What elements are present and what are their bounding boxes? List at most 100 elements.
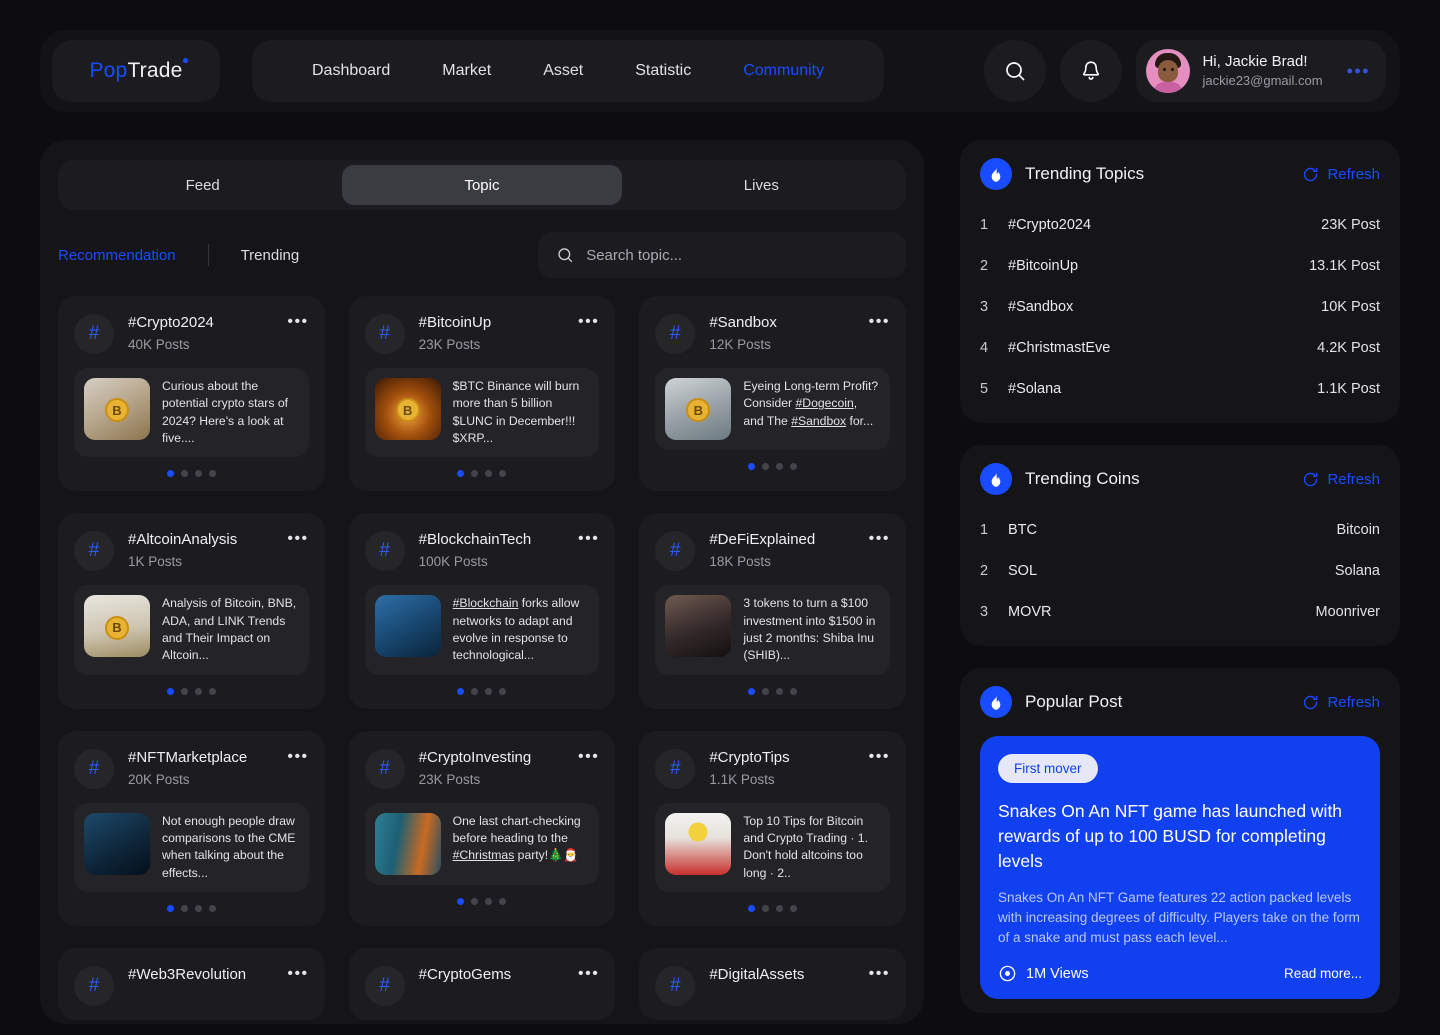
carousel-dot[interactable] <box>790 687 798 695</box>
carousel-dot[interactable] <box>166 904 174 912</box>
carousel-dot[interactable] <box>457 897 465 905</box>
carousel-dot[interactable] <box>208 470 216 478</box>
carousel-dot[interactable] <box>471 470 479 478</box>
topic-card-post[interactable]: Not enough people draw comparisons to th… <box>74 802 309 892</box>
trending-coin-row[interactable]: 3 MOVR Moonriver <box>980 591 1380 632</box>
topic-card-post[interactable]: B $BTC Binance will burn more than 5 bill… <box>364 368 600 458</box>
topic-card[interactable]: # #DeFiExplained 18K Posts ••• 3 tokens to t… <box>639 513 906 709</box>
nav-item-dashboard[interactable]: Dashboard <box>286 62 416 80</box>
carousel-dot[interactable] <box>776 463 784 470</box>
topic-card[interactable]: # #CryptoGems ••• <box>348 947 616 1020</box>
carousel-dot[interactable] <box>499 687 507 695</box>
carousel-dot[interactable] <box>485 897 493 905</box>
carousel-dot[interactable] <box>194 687 202 695</box>
logo[interactable]: PopTrade <box>52 40 220 102</box>
refresh-trending-topics-button[interactable]: Refresh <box>1302 166 1380 183</box>
topic-card-post[interactable]: One last chart-checking before heading t… <box>364 802 600 885</box>
refresh-popular-post-button[interactable]: Refresh <box>1302 694 1380 711</box>
carousel-dot[interactable] <box>194 904 202 912</box>
topic-card-more-icon[interactable]: ••• <box>578 314 599 330</box>
carousel-dots[interactable] <box>655 687 890 695</box>
trending-topic-row[interactable]: 5 #Solana 1.1K Post <box>980 368 1380 409</box>
trending-topic-row[interactable]: 3 #Sandbox 10K Post <box>980 286 1380 327</box>
refresh-trending-coins-button[interactable]: Refresh <box>1302 471 1380 488</box>
trending-coin-row[interactable]: 1 BTC Bitcoin <box>980 509 1380 550</box>
topic-card-more-icon[interactable]: ••• <box>578 748 599 765</box>
tab-feed[interactable]: Feed <box>63 165 342 205</box>
nav-item-market[interactable]: Market <box>416 62 517 80</box>
carousel-dot[interactable] <box>790 463 798 470</box>
carousel-dot[interactable] <box>457 470 465 478</box>
carousel-dot[interactable] <box>208 904 216 912</box>
topic-card-more-icon[interactable]: ••• <box>578 531 599 547</box>
topic-card-more-icon[interactable]: ••• <box>287 531 308 547</box>
carousel-dots[interactable] <box>74 687 309 695</box>
topic-card-more-icon[interactable]: ••• <box>869 531 890 547</box>
carousel-dot[interactable] <box>762 463 770 470</box>
carousel-dots[interactable] <box>74 470 309 478</box>
carousel-dots[interactable] <box>655 904 890 912</box>
carousel-dots[interactable] <box>365 897 600 905</box>
topic-card-more-icon[interactable]: ••• <box>869 314 890 330</box>
topic-card[interactable]: # #Web3Revolution ••• <box>58 947 325 1020</box>
carousel-dots[interactable] <box>74 904 309 912</box>
carousel-dot[interactable] <box>180 687 188 695</box>
topic-card-post[interactable]: B Curious about the potential crypto star… <box>74 368 309 458</box>
topic-card[interactable]: # #CryptoInvesting 23K Posts ••• One last ch… <box>348 730 616 926</box>
carousel-dot[interactable] <box>499 470 507 478</box>
topic-card-post[interactable]: Top 10 Tips for Bitcoin and Crypto Tradi… <box>655 802 890 892</box>
tab-lives[interactable]: Lives <box>622 165 901 205</box>
user-profile[interactable]: Hi, Jackie Brad! jackie23@gmail.com ••• <box>1136 40 1386 102</box>
topic-search[interactable] <box>538 232 906 278</box>
nav-item-statistic[interactable]: Statistic <box>609 62 717 80</box>
search-input[interactable] <box>586 246 888 264</box>
topic-card[interactable]: # #Crypto2024 40K Posts ••• B Curious about t… <box>58 296 325 492</box>
carousel-dot[interactable] <box>762 904 770 912</box>
carousel-dot[interactable] <box>748 463 756 470</box>
carousel-dots[interactable] <box>655 463 890 470</box>
topic-card[interactable]: # #CryptoTips 1.1K Posts ••• Top 10 Tips for… <box>639 730 906 926</box>
trending-topic-row[interactable]: 4 #ChristmastEve 4.2K Post <box>980 327 1380 368</box>
carousel-dot[interactable] <box>166 470 174 478</box>
carousel-dot[interactable] <box>485 687 493 695</box>
topic-card-more-icon[interactable]: ••• <box>578 965 599 982</box>
topic-card-post[interactable]: B Eyeing Long-term Profit? Consider #Doge… <box>655 368 890 450</box>
carousel-dot[interactable] <box>180 470 188 478</box>
topic-card[interactable]: # #DigitalAssets ••• <box>639 947 906 1020</box>
search-button[interactable] <box>984 40 1047 102</box>
topic-card[interactable]: # #BlockchainTech 100K Posts ••• #Blockchain… <box>348 513 616 709</box>
topic-card-more-icon[interactable]: ••• <box>869 748 890 765</box>
popular-post-card[interactable]: First mover Snakes On An NFT game has la… <box>980 736 1380 1000</box>
carousel-dot[interactable] <box>208 687 216 695</box>
carousel-dot[interactable] <box>194 470 202 478</box>
topic-card-more-icon[interactable]: ••• <box>869 965 890 982</box>
topic-card[interactable]: # #NFTMarketplace 20K Posts ••• Not enough p… <box>58 730 325 926</box>
trending-topic-row[interactable]: 1 #Crypto2024 23K Post <box>980 204 1380 245</box>
topic-card-post[interactable]: #Blockchain forks allow networks to adap… <box>364 585 600 675</box>
carousel-dot[interactable] <box>471 897 479 905</box>
topic-card-more-icon[interactable]: ••• <box>287 314 308 330</box>
topic-card[interactable]: # #AltcoinAnalysis 1K Posts ••• B Analysis of… <box>58 513 325 709</box>
carousel-dot[interactable] <box>776 687 784 695</box>
nav-item-asset[interactable]: Asset <box>517 62 609 80</box>
carousel-dot[interactable] <box>499 897 507 905</box>
nav-item-community[interactable]: Community <box>717 62 850 80</box>
topic-card-more-icon[interactable]: ••• <box>287 965 308 982</box>
trending-coin-row[interactable]: 2 SOL Solana <box>980 550 1380 591</box>
topic-card-more-icon[interactable]: ••• <box>287 748 308 765</box>
subtab-recommendation[interactable]: Recommendation <box>58 247 176 264</box>
profile-more-icon[interactable]: ••• <box>1347 61 1370 82</box>
topic-card[interactable]: # #Sandbox 12K Posts ••• B Eyeing Long-term P… <box>639 296 906 492</box>
carousel-dot[interactable] <box>790 904 798 912</box>
carousel-dot[interactable] <box>166 687 174 695</box>
carousel-dot[interactable] <box>457 687 465 695</box>
subtab-trending[interactable]: Trending <box>241 247 300 264</box>
carousel-dots[interactable] <box>365 687 600 695</box>
carousel-dots[interactable] <box>365 470 600 478</box>
carousel-dot[interactable] <box>180 904 188 912</box>
carousel-dot[interactable] <box>485 470 493 478</box>
topic-card-post[interactable]: B Analysis of Bitcoin, BNB, ADA, and LINK… <box>74 585 309 675</box>
carousel-dot[interactable] <box>748 904 756 912</box>
read-more-link[interactable]: Read more... <box>1284 966 1362 981</box>
trending-topic-row[interactable]: 2 #BitcoinUp 13.1K Post <box>980 245 1380 286</box>
